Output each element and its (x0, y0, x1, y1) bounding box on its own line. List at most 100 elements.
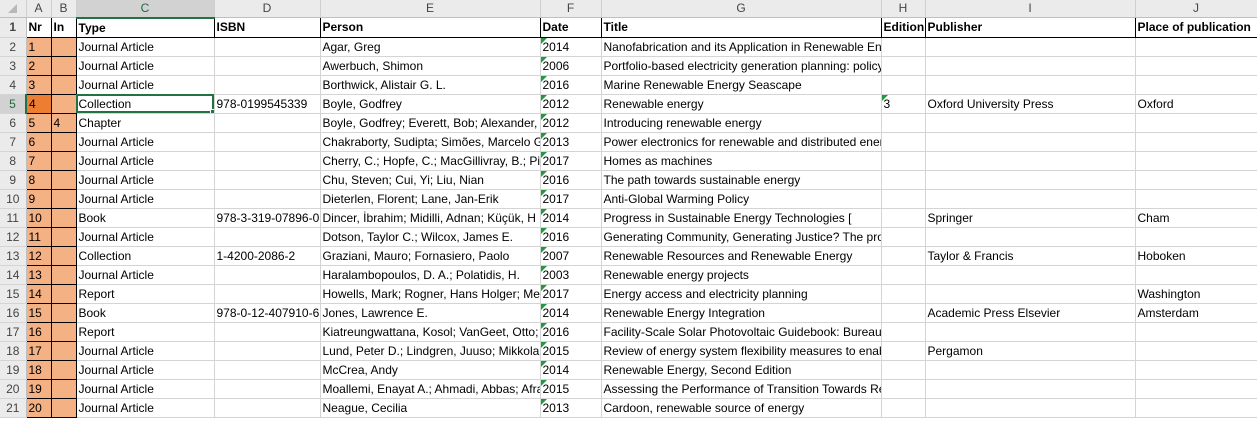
cell-nr[interactable]: 11 (26, 227, 52, 247)
cell-nr[interactable]: 18 (26, 360, 52, 380)
cell-edition[interactable] (881, 151, 926, 171)
cell-person[interactable]: Boyle, Godfrey; Everett, Bob; Alexander,… (320, 113, 541, 133)
cell-title[interactable]: Review of energy system flexibility meas… (601, 341, 882, 361)
row-header[interactable]: 5 (0, 94, 27, 114)
cell-place[interactable] (1135, 227, 1257, 247)
cell-isbn[interactable] (214, 170, 321, 190)
cell-isbn[interactable] (214, 379, 321, 399)
cell-nr[interactable]: 20 (26, 398, 52, 418)
cell-isbn[interactable] (214, 75, 321, 95)
fill-handle[interactable] (209, 108, 213, 112)
cell-nr[interactable]: 1 (26, 37, 52, 57)
cell-person[interactable]: Howells, Mark; Rogner, Hans Holger; Mer (320, 284, 541, 304)
row-header[interactable]: 21 (0, 398, 27, 418)
cell-publisher[interactable]: Oxford University Press (925, 94, 1136, 114)
cell-type[interactable]: Book (76, 208, 215, 228)
cell-type[interactable]: Report (76, 284, 215, 304)
cell-edition[interactable] (881, 132, 926, 152)
cell-person[interactable]: Borthwick, Alistair G. L. (320, 75, 541, 95)
cell-title[interactable]: Introducing renewable energy (601, 113, 882, 133)
cell-isbn[interactable]: 978-0-12-407910-6 (214, 303, 321, 323)
cell-nr[interactable]: 13 (26, 265, 52, 285)
cell-edition[interactable] (881, 379, 926, 399)
cell-edition[interactable] (881, 265, 926, 285)
cell-date[interactable]: 2015 (540, 379, 602, 399)
cell-isbn[interactable] (214, 113, 321, 133)
cell-date[interactable]: 2014 (540, 360, 602, 380)
cell-nr[interactable]: 7 (26, 151, 52, 171)
column-header-a[interactable]: A (26, 0, 52, 18)
cell-title[interactable]: Marine Renewable Energy Seascape (601, 75, 882, 95)
cell-in[interactable] (51, 151, 77, 171)
cell-person[interactable]: Jones, Lawrence E. (320, 303, 541, 323)
cell-person[interactable]: Cherry, C.; Hopfe, C.; MacGillivray, B.;… (320, 151, 541, 171)
column-header-c[interactable]: C (76, 0, 215, 19)
cell-in[interactable] (51, 132, 77, 152)
cell-edition[interactable] (881, 189, 926, 209)
column-header-h[interactable]: H (881, 0, 926, 18)
cell-person[interactable]: Kiatreungwattana, Kosol; VanGeet, Otto; … (320, 322, 541, 342)
cell-edition[interactable] (881, 75, 926, 95)
cell-isbn[interactable] (214, 341, 321, 361)
cell-edition[interactable] (881, 303, 926, 323)
cell-isbn[interactable] (214, 189, 321, 209)
cell-place[interactable]: Oxford (1135, 94, 1257, 114)
cell-edition[interactable] (881, 170, 926, 190)
cell-edition[interactable] (881, 37, 926, 57)
cell-isbn[interactable] (214, 37, 321, 57)
cell-date[interactable]: 2013 (540, 398, 602, 418)
row-header[interactable]: 13 (0, 246, 27, 266)
cell-title[interactable]: Renewable Resources and Renewable Energy (601, 246, 882, 266)
cell-in[interactable]: 4 (51, 113, 77, 133)
cell-publisher[interactable] (925, 379, 1136, 399)
cell-title[interactable]: Renewable Energy, Second Edition (601, 360, 882, 380)
column-header-i[interactable]: I (925, 0, 1136, 18)
row-header[interactable]: 18 (0, 341, 27, 361)
cell-title[interactable]: Homes as machines (601, 151, 882, 171)
cell-type[interactable]: Journal Article (76, 379, 215, 399)
cell-publisher[interactable] (925, 37, 1136, 57)
cell-isbn[interactable] (214, 265, 321, 285)
cell-nr[interactable]: 17 (26, 341, 52, 361)
cell-in[interactable] (51, 56, 77, 76)
cell-edition[interactable] (881, 227, 926, 247)
cell-publisher[interactable] (925, 170, 1136, 190)
cell-publisher[interactable] (925, 113, 1136, 133)
cell-title[interactable]: Progress in Sustainable Energy Technolog… (601, 208, 882, 228)
cell-edition[interactable] (881, 284, 926, 304)
cell-place[interactable] (1135, 322, 1257, 342)
cell-person[interactable]: Dincer, İbrahim; Midilli, Adnan; Küçük, … (320, 208, 541, 228)
cell-publisher[interactable] (925, 322, 1136, 342)
cell-isbn[interactable]: 978-3-319-07896-0 (214, 208, 321, 228)
cell-in[interactable] (51, 341, 77, 361)
header-type[interactable]: Type (76, 17, 215, 38)
cell-person[interactable]: Agar, Greg (320, 37, 541, 57)
column-header-e[interactable]: E (320, 0, 541, 18)
cell-place[interactable] (1135, 341, 1257, 361)
cell-nr[interactable]: 19 (26, 379, 52, 399)
cell-type[interactable]: Journal Article (76, 360, 215, 380)
cell-person[interactable]: Neague, Cecilia (320, 398, 541, 418)
cell-type[interactable]: Chapter (76, 113, 215, 133)
header-publisher[interactable]: Publisher (925, 17, 1136, 38)
row-header[interactable]: 16 (0, 303, 27, 323)
cell-title[interactable]: Nanofabrication and its Application in R… (601, 37, 882, 57)
row-header[interactable]: 15 (0, 284, 27, 304)
cell-edition[interactable] (881, 56, 926, 76)
cell-in[interactable] (51, 284, 77, 304)
cell-in[interactable] (51, 246, 77, 266)
cell-place[interactable] (1135, 75, 1257, 95)
cell-title[interactable]: Power electronics for renewable and dist… (601, 132, 882, 152)
cell-place[interactable] (1135, 189, 1257, 209)
cell-place[interactable] (1135, 379, 1257, 399)
cell-place[interactable]: Hoboken (1135, 246, 1257, 266)
cell-place[interactable] (1135, 37, 1257, 57)
cell-isbn[interactable] (214, 284, 321, 304)
cell-place[interactable] (1135, 151, 1257, 171)
cell-nr[interactable]: 2 (26, 56, 52, 76)
cell-date[interactable]: 2016 (540, 322, 602, 342)
cell-person[interactable]: Chakraborty, Sudipta; Simões, Marcelo G. (320, 132, 541, 152)
cell-type[interactable]: Book (76, 303, 215, 323)
cell-title[interactable]: Energy access and electricity planning (601, 284, 882, 304)
cell-person[interactable]: Moallemi, Enayat A.; Ahmadi, Abbas; Afra (320, 379, 541, 399)
